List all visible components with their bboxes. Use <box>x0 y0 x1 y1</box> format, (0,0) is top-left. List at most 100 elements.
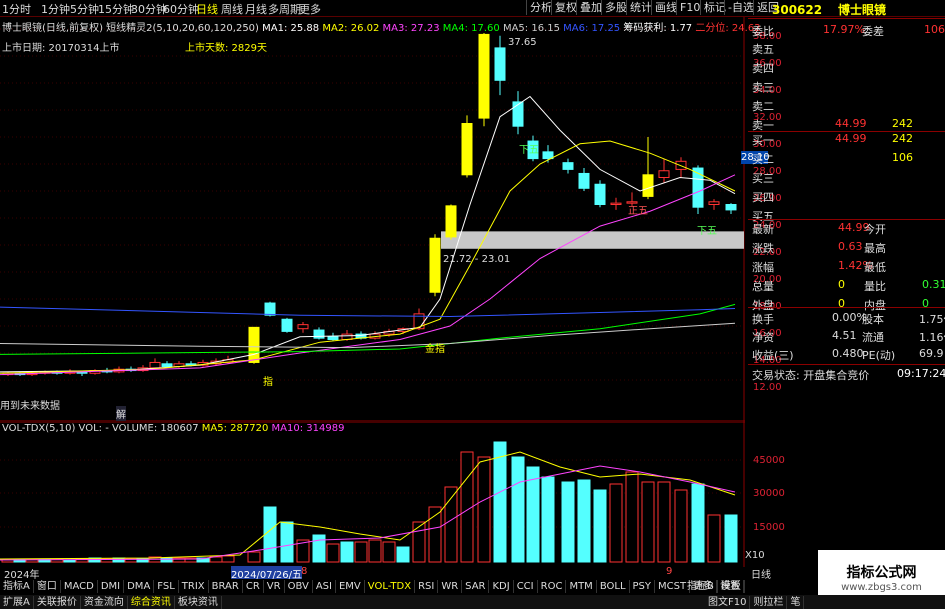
indicator-tab[interactable]: WR <box>438 580 463 593</box>
indicator-tab[interactable]: DMI <box>98 580 125 593</box>
indicator-tab[interactable]: CCI <box>514 580 538 593</box>
period-60min[interactable]: 60分钟 <box>163 1 199 17</box>
indicator-tab[interactable]: OBV <box>285 580 313 593</box>
bottom-right-item[interactable]: 笔 <box>787 596 805 609</box>
price-chart[interactable] <box>0 17 745 422</box>
vol-axis-15000: 15000 <box>753 522 785 533</box>
indicator-tab[interactable]: CR <box>243 580 264 593</box>
candle-body <box>594 183 606 205</box>
period-more[interactable]: 更多 <box>299 1 321 17</box>
bottom-right-group: 图文F10 则拉栏笔 <box>705 595 805 609</box>
indicator-tab[interactable]: EMV <box>336 580 365 593</box>
bottom-tab[interactable]: 资金流向 <box>81 596 128 609</box>
indicator-tab[interactable]: KDJ <box>489 580 514 593</box>
bottom-tab[interactable]: 综合资讯 <box>128 596 175 609</box>
indicator-tab[interactable]: FSL <box>154 580 179 593</box>
candle-body <box>578 172 590 189</box>
period-week[interactable]: 周线 <box>221 1 243 17</box>
bottom-tab[interactable]: 关联报价 <box>34 596 81 609</box>
indicator-tab[interactable]: 指标A <box>0 580 34 593</box>
stat-label: 最新 <box>752 223 774 236</box>
stat2-row: 换手0.00%股本1.75亿 <box>752 311 945 328</box>
stat-value: 0.63 <box>838 240 863 253</box>
indicator-tab[interactable]: BOLL <box>597 580 630 593</box>
bottom-right-item[interactable]: 则拉栏 <box>750 596 788 609</box>
trade-time: 09:17:24 <box>897 367 945 380</box>
stat-value: 0 <box>838 278 845 291</box>
ma6-label: MA6: 17.25 <box>563 23 621 34</box>
period-day[interactable]: 日线 <box>196 1 218 17</box>
ask-price: 44.99 <box>835 117 867 130</box>
candle-body <box>149 361 161 369</box>
volume-bar <box>526 466 540 563</box>
indicator-tab[interactable]: MTM <box>566 580 597 593</box>
stat-row: 最新 44.99 今开 <box>752 221 945 238</box>
bid-row: 买一 44.99 242 <box>752 132 945 149</box>
tab-right-item[interactable]: 模板 <box>718 580 745 593</box>
indicator-tab[interactable]: ASI <box>313 580 336 593</box>
volume-bar <box>396 546 410 563</box>
volume-bar <box>63 559 77 563</box>
indicator-tab[interactable]: VR <box>264 580 285 593</box>
indicator-tab[interactable]: SAR <box>462 580 490 593</box>
jie-marker: 解 <box>116 406 126 421</box>
candle-body <box>708 201 720 206</box>
indicator-tab[interactable]: DMA <box>124 580 155 593</box>
ask-row: 卖三 <box>752 79 945 96</box>
volume-bar <box>593 489 607 563</box>
candle-body <box>494 47 506 81</box>
ma2-line <box>0 140 736 374</box>
indicator-tab[interactable]: 窗口 <box>34 580 61 593</box>
candle-body <box>692 167 704 208</box>
volume-bar <box>280 521 294 563</box>
bottom-tab[interactable]: 扩展A <box>0 596 34 609</box>
volume-bar <box>724 514 738 563</box>
candle-body <box>610 202 622 205</box>
period-30min[interactable]: 30分钟 <box>131 1 167 17</box>
volume-bar <box>412 521 426 563</box>
high-label: 37.65 <box>508 37 537 48</box>
period-month[interactable]: 月线 <box>245 1 267 17</box>
volume-bar <box>209 556 223 563</box>
stat2-row: 收益(三) 0.480 PE(动) 69.9 <box>752 347 945 364</box>
stat2-label2: PE(动) <box>862 349 896 362</box>
period-1min-time[interactable]: 1分时 <box>2 1 31 17</box>
volume-chart[interactable] <box>0 421 745 567</box>
bottom-right-item[interactable]: 图文F10 <box>705 596 751 609</box>
bid-row: 买二 106 <box>752 151 945 168</box>
stat2-row: 净资 4.51 流通 1.16亿 <box>752 329 945 346</box>
weicha-value: 106 <box>924 23 945 36</box>
indicator-tab[interactable]: TRIX <box>179 580 209 593</box>
candle-body <box>297 324 309 330</box>
volume-bar <box>160 557 174 563</box>
stat2-label2: 流通 <box>862 331 884 344</box>
indicator-tab[interactable]: ROC <box>538 580 567 593</box>
panel-divider <box>748 219 945 220</box>
indicator-tab[interactable]: MACD <box>61 580 98 593</box>
indicator-tab[interactable]: BRAR <box>209 580 243 593</box>
indicator-tab[interactable]: RSI <box>415 580 439 593</box>
volume-bar <box>221 555 235 563</box>
chart-header: 博士眼镜(日线,前复权) 短线精灵2(5,10,20,60,120,250) M… <box>2 19 761 34</box>
tab-right-group: 指标B 模板 <box>684 579 745 593</box>
ask-label: 卖五 <box>752 43 774 56</box>
stat-value: 0 <box>838 297 845 310</box>
indicator-tab[interactable]: VOL-TDX <box>365 580 416 593</box>
period-1min[interactable]: 1分钟 <box>41 1 70 17</box>
tab-right-item[interactable]: 指标B <box>684 580 718 593</box>
volume-header: VOL-TDX(5,10) VOL: - VOLUME: 180607 MA5:… <box>2 423 344 434</box>
volume-bar <box>707 514 721 563</box>
indicator-tab[interactable]: PSY <box>630 580 656 593</box>
stat2-label: 净资 <box>752 331 774 344</box>
period-5min[interactable]: 5分钟 <box>70 1 99 17</box>
stat-label2: 最高 <box>864 242 886 255</box>
bottom-tab[interactable]: 板块资讯 <box>175 596 222 609</box>
ask-row: 卖五 <box>752 41 945 58</box>
period-15min[interactable]: 15分钟 <box>98 1 134 17</box>
volume-bar <box>354 541 368 563</box>
period-multi[interactable]: 多周期 <box>268 1 301 17</box>
volume-bar <box>340 541 354 563</box>
volume-bar <box>641 481 655 563</box>
ask-volume: 242 <box>892 117 913 130</box>
bid-volume: 106 <box>892 151 913 164</box>
